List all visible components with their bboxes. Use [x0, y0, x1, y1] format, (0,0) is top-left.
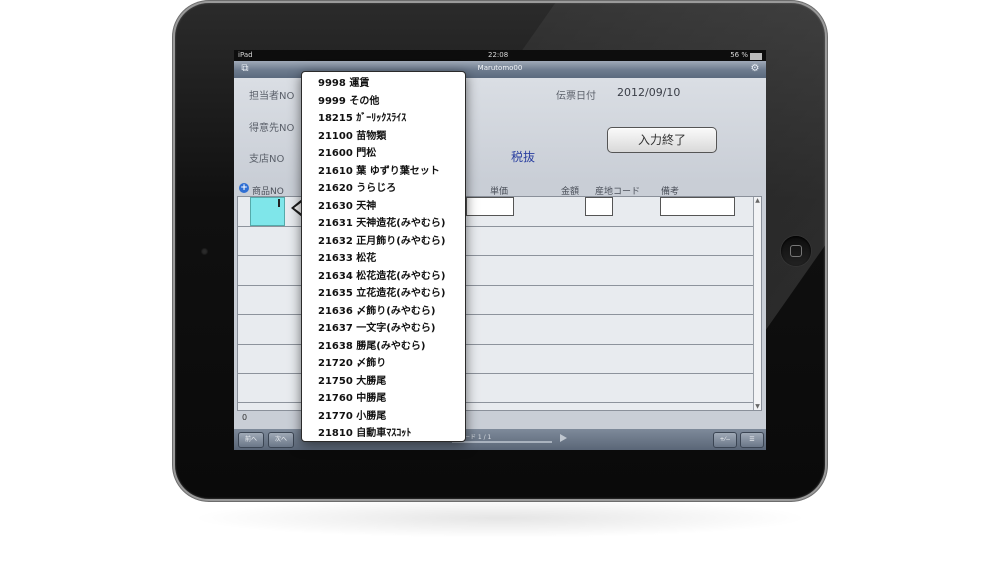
picker-item[interactable]: 21600 門松	[318, 144, 376, 161]
status-time: 22:08	[488, 51, 509, 59]
slip-date-label: 伝票日付	[556, 91, 596, 102]
finish-input-button[interactable]: 入力終了	[607, 127, 717, 153]
picker-item[interactable]: 21100 苗物類	[318, 127, 386, 144]
picker-item[interactable]: 21635 立花造花(みやむら)	[318, 284, 445, 301]
picker-item[interactable]: 21636 〆飾り(みやむら)	[318, 302, 435, 319]
picker-item[interactable]: 21720 〆飾り	[318, 354, 386, 371]
battery-percent: 56 %	[730, 51, 748, 59]
picker-item[interactable]: 18215 ｶﾞｰﾘｯｸｽﾗｲｽ	[318, 109, 406, 126]
picker-item[interactable]: 21633 松花	[318, 249, 376, 266]
slip-date-value[interactable]: 2012/09/10	[617, 86, 680, 99]
status-bar: iPad 22:08 56 %	[234, 50, 766, 61]
picker-item[interactable]: 21631 天神造花(みやむら)	[318, 214, 445, 231]
next-button[interactable]: 次へ	[268, 432, 294, 448]
add-row-icon[interactable]: +	[239, 183, 249, 193]
unit-price-input[interactable]	[466, 197, 514, 216]
search-list-icon[interactable]: ☰	[740, 432, 764, 448]
carrier-label: iPad	[238, 51, 253, 59]
picker-item[interactable]: 21630 天神	[318, 197, 376, 214]
picker-item[interactable]: 21638 勝尾(みやむら)	[318, 337, 425, 354]
picker-item[interactable]: 21770 小勝尾	[318, 407, 386, 424]
battery-icon	[750, 53, 762, 60]
picker-item[interactable]: 21632 正月飾り(みやむら)	[318, 232, 445, 249]
tax-mode[interactable]: 税抜	[511, 148, 535, 165]
customer-no-label: 得意先NO	[249, 123, 295, 134]
picker-item[interactable]: 21610 葉 ゆずり葉セット	[318, 162, 440, 179]
home-button-icon	[790, 245, 802, 257]
text-cursor	[278, 199, 280, 207]
row-count: 0	[242, 413, 248, 422]
scroll-down-icon[interactable]: ▼	[754, 403, 761, 410]
picker-item[interactable]: 21620 うらじろ	[318, 179, 396, 196]
picker-item[interactable]: 21750 大勝尾	[318, 372, 386, 389]
plus-minus-icon[interactable]: +⁄−	[713, 432, 737, 448]
picker-item[interactable]: 21810 自動車ﾏｽｺｯﾄ	[318, 424, 411, 441]
picker-item[interactable]: 9999 その他	[318, 92, 379, 109]
staff-no-label: 担当者NO	[249, 91, 295, 102]
record-progress-bar[interactable]	[452, 441, 552, 443]
scroll-up-icon[interactable]: ▲	[754, 197, 761, 204]
product-picker-popover[interactable]: 9998 運賃 9999 その他 18215 ｶﾞｰﾘｯｸｽﾗｲｽ 21100 …	[301, 71, 466, 442]
origin-code-input[interactable]	[585, 197, 613, 216]
picker-item[interactable]: 21637 一文字(みやむら)	[318, 319, 435, 336]
picker-item[interactable]: 21760 中勝尾	[318, 389, 386, 406]
front-camera	[201, 248, 208, 255]
device-shadow	[190, 498, 810, 538]
picker-item[interactable]: 21634 松花造花(みやむら)	[318, 267, 445, 284]
note-input[interactable]	[660, 197, 735, 216]
grid-scrollbar[interactable]: ▲ ▼	[753, 197, 761, 410]
home-button[interactable]	[781, 236, 811, 266]
picker-item[interactable]: 9998 運賃	[318, 74, 369, 91]
prev-button[interactable]: 前へ	[238, 432, 264, 448]
branch-no-label: 支店NO	[249, 154, 285, 165]
play-icon[interactable]	[560, 434, 567, 442]
gear-icon[interactable]: ⚙	[749, 63, 761, 75]
